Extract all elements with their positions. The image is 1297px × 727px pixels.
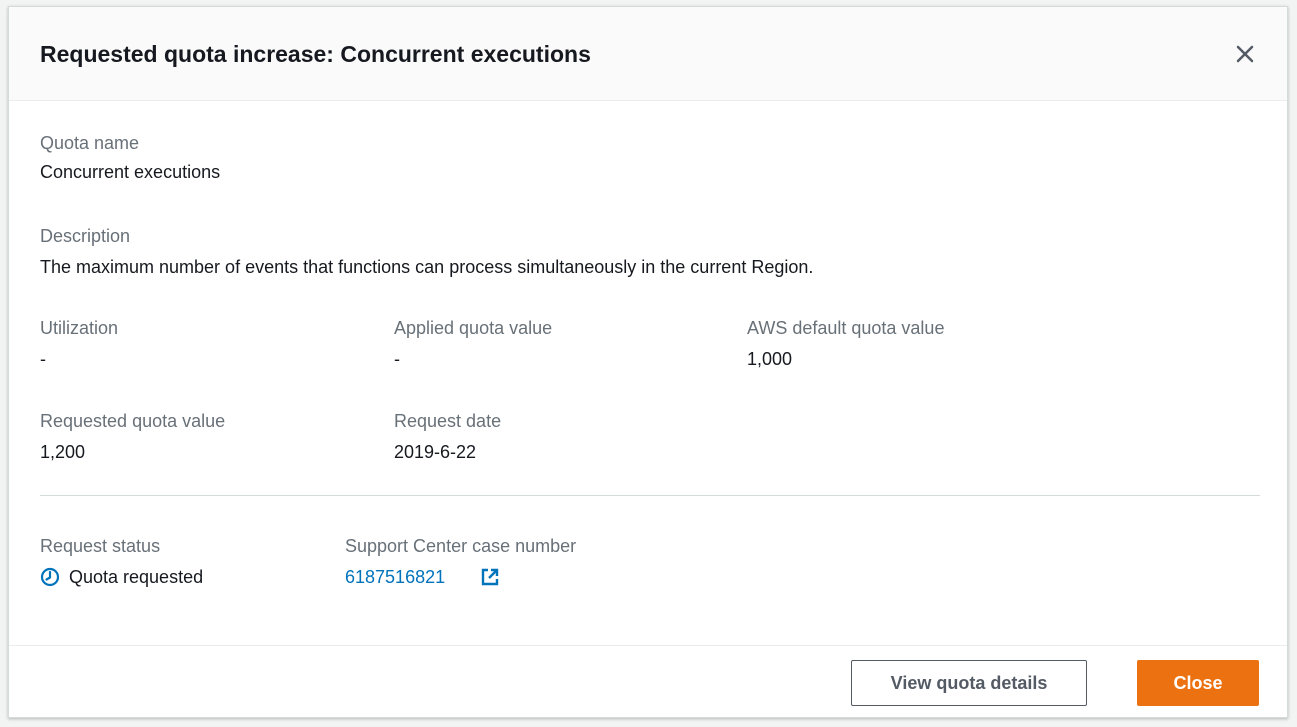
request-status-label: Request status	[40, 536, 161, 556]
aws-default-quota-value: 1,000	[747, 349, 793, 369]
utilization-value: -	[40, 349, 46, 369]
aws-default-quota-value-label: AWS default quota value	[747, 318, 945, 338]
quota-name-value: Concurrent executions	[40, 162, 221, 182]
close-icon[interactable]	[1231, 40, 1259, 68]
description-value: The maximum number of events that functi…	[40, 257, 814, 277]
description-label: Description	[40, 226, 131, 246]
requested-quota-value: 1,200	[40, 442, 86, 462]
section-divider	[40, 495, 1260, 496]
close-button[interactable]: Close	[1137, 660, 1259, 706]
request-date-value: 2019-6-22	[394, 442, 477, 462]
quota-increase-modal: Requested quota increase: Concurrent exe…	[8, 6, 1288, 718]
modal-header: Requested quota increase: Concurrent exe…	[9, 7, 1287, 101]
external-link-icon[interactable]	[480, 567, 500, 587]
applied-quota-value-label: Applied quota value	[394, 318, 553, 338]
request-status-value: Quota requested	[69, 567, 204, 587]
requested-quota-value-label: Requested quota value	[40, 411, 226, 431]
view-quota-details-button[interactable]: View quota details	[851, 660, 1087, 706]
support-case-label: Support Center case number	[345, 536, 577, 556]
applied-quota-value: -	[394, 349, 400, 369]
utilization-label: Utilization	[40, 318, 119, 338]
quota-name-label: Quota name	[40, 133, 140, 153]
clock-icon	[40, 567, 60, 587]
modal-footer: View quota details Close	[9, 645, 1287, 717]
support-case-link[interactable]: 6187516821	[345, 567, 445, 588]
modal-title: Requested quota increase: Concurrent exe…	[40, 41, 591, 67]
request-date-label: Request date	[394, 411, 502, 431]
